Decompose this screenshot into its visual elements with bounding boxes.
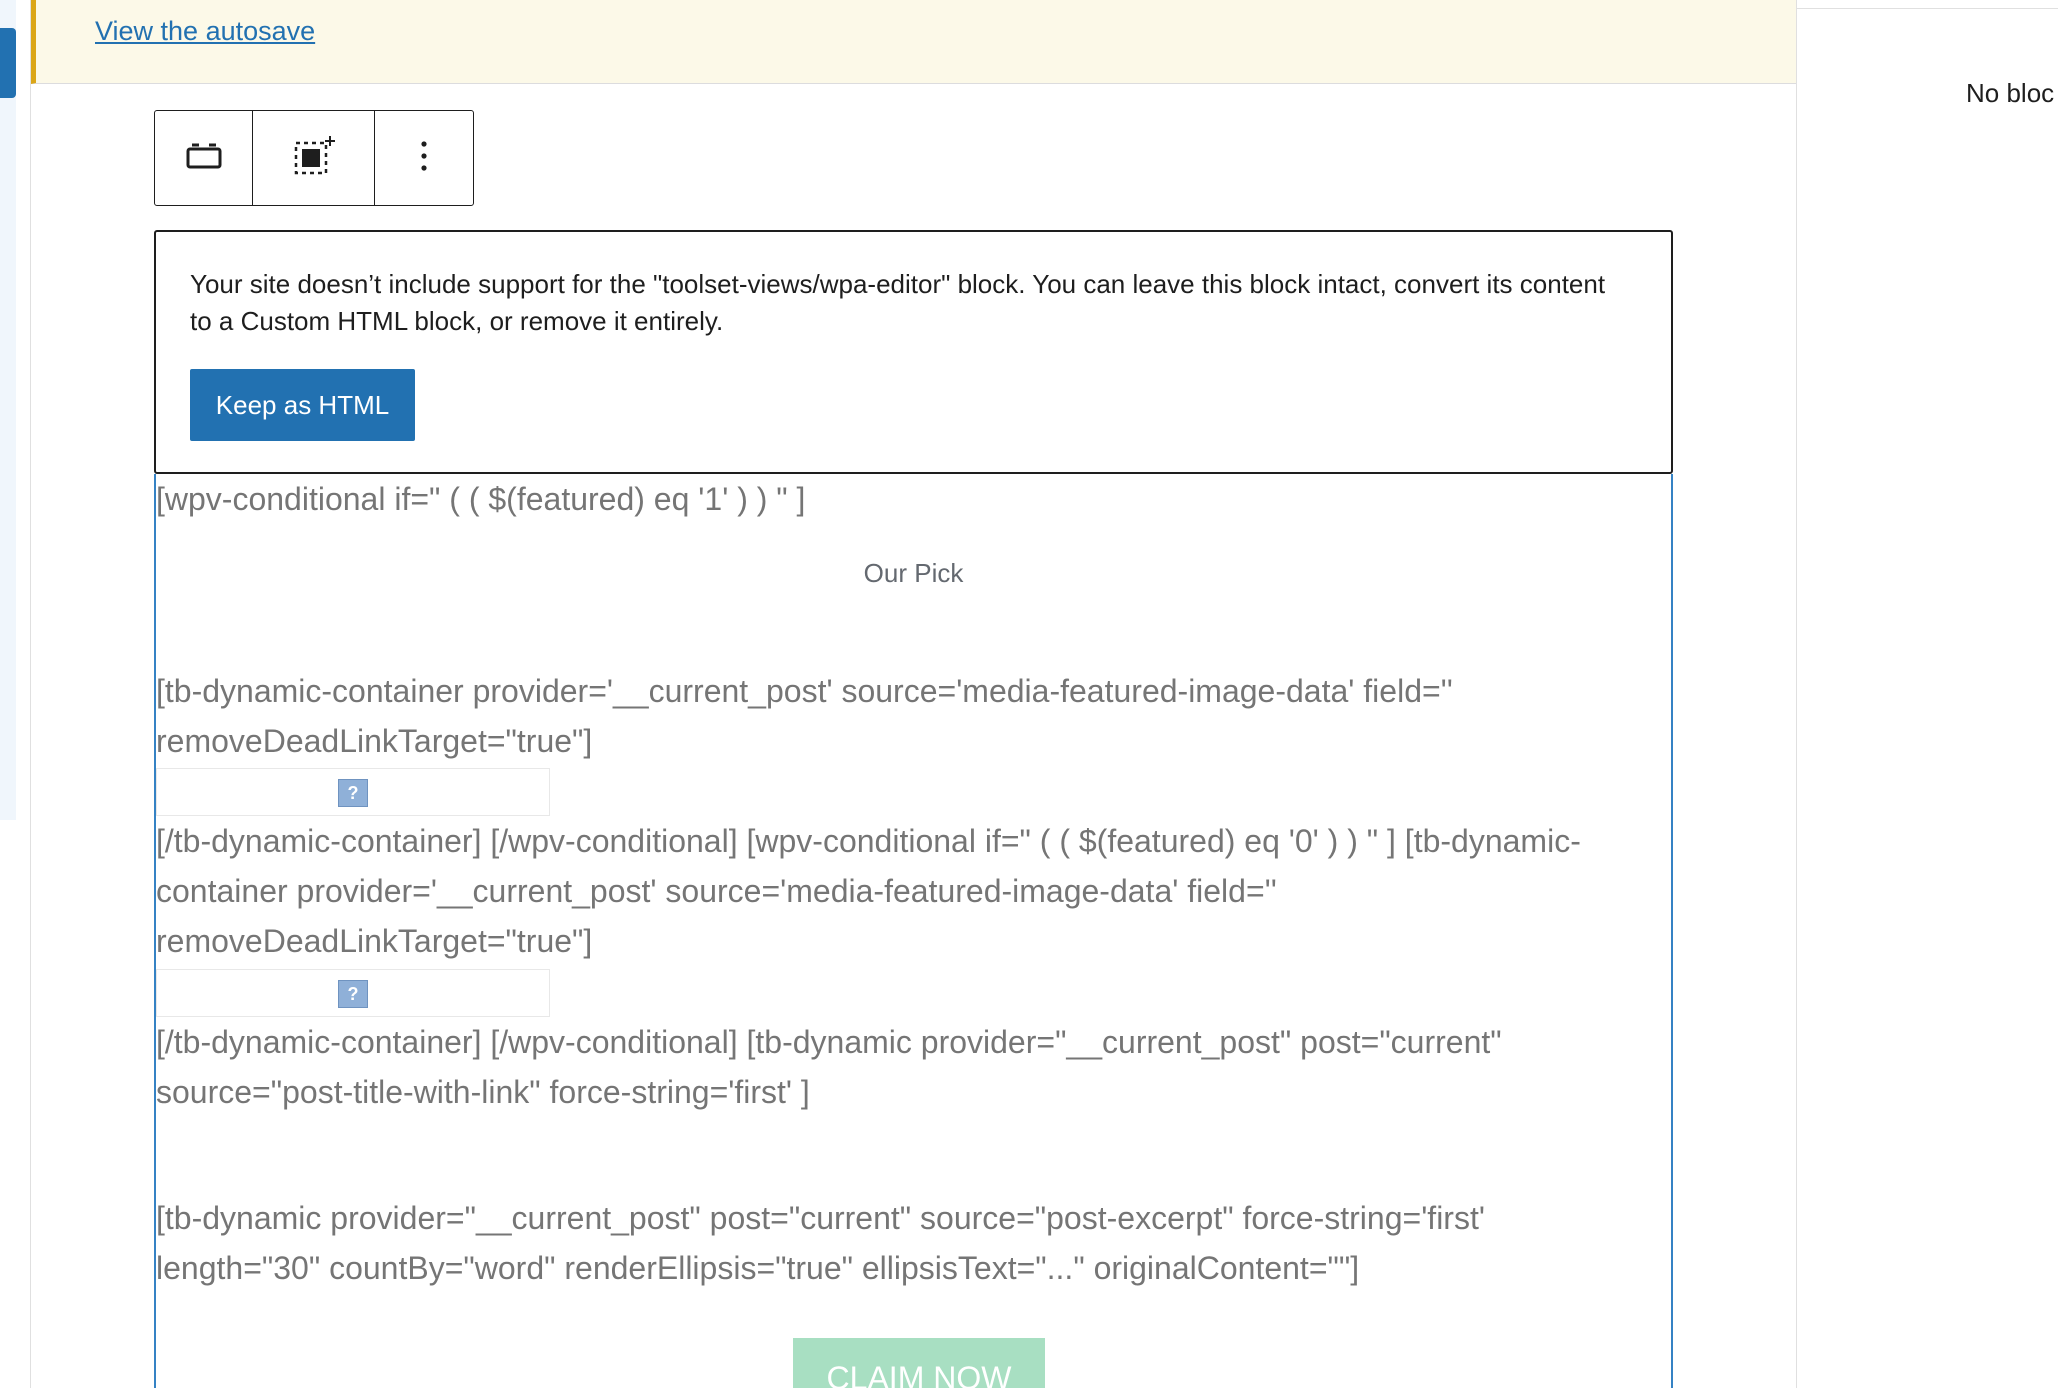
sidebar-no-block-text: No bloc (1966, 78, 2055, 108)
view-autosave-link[interactable]: View the autosave (95, 16, 315, 47)
broken-image-icon: ? (338, 779, 368, 807)
shortcode-conditional-not-featured: [/tb-dynamic-container] [/wpv-conditiona… (156, 823, 1581, 959)
block-type-button[interactable] (155, 111, 253, 205)
shortcode-post-title: [/tb-dynamic-container] [/wpv-conditiona… (156, 1024, 1502, 1110)
settings-sidebar: No bloc (1796, 0, 2058, 1388)
shortcode-post-excerpt: [tb-dynamic provider="__current_post" po… (156, 1200, 1485, 1286)
block-toolbar (154, 110, 474, 206)
more-options-button[interactable] (375, 111, 473, 205)
canvas-divider (30, 0, 31, 1388)
block-content[interactable]: [wpv-conditional if=" ( ( $(featured) eq… (154, 474, 1673, 1388)
admin-menu-strip (0, 0, 16, 820)
sidebar-divider (1797, 8, 2058, 9)
shortcode-dynamic-container: [tb-dynamic-container provider='__curren… (156, 673, 1453, 759)
select-parent-button[interactable] (253, 111, 375, 205)
shortcode-conditional-featured: [wpv-conditional if=" ( ( $(featured) eq… (156, 481, 806, 517)
editor-canvas: View the autosave No bloc Your site does… (0, 0, 2058, 1388)
autosave-notice: View the autosave (31, 0, 1796, 84)
claim-now-button[interactable]: CLAIM NOW (793, 1338, 1045, 1388)
more-options-icon (419, 138, 429, 179)
block-type-icon (186, 142, 222, 175)
unsupported-block-warning: Your site doesn’t include support for th… (154, 230, 1673, 474)
admin-menu-active-item[interactable] (0, 28, 16, 98)
select-parent-icon (292, 134, 336, 183)
broken-image-placeholder: ? (156, 768, 550, 816)
warning-message: Your site doesn’t include support for th… (190, 269, 1606, 336)
broken-image-icon: ? (338, 980, 368, 1008)
keep-as-html-button[interactable]: Keep as HTML (190, 369, 415, 441)
our-pick-label: Our Pick (863, 558, 964, 588)
broken-image-placeholder: ? (156, 969, 550, 1017)
